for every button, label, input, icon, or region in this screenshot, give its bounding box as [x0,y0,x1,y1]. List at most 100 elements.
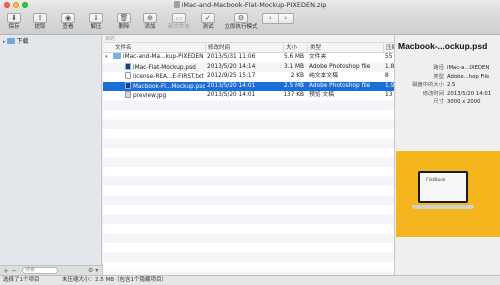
toolbar-new-folder-button[interactable]: ▭ 新文件夹 [162,13,196,33]
file-modified-cell: 2013/5/20 14:14 [207,63,256,70]
table-row[interactable]: iMac-Flat-Mockup.psd 2013/5/20 14:14 3.1 M… [103,62,394,73]
file-size-cell: 3.1 MB [283,63,304,70]
inspector-field: 类型 Adobe...hop File [396,73,500,81]
preview-text: FlatBook [426,178,446,183]
inspector-field-key: 尺寸 [433,99,444,105]
save-icon: ⬇ [7,13,21,23]
inspector-field: 磁盘中的大小 2.5 [396,81,500,89]
column-size-header[interactable]: 大小 [283,43,307,53]
gear-icon[interactable]: ⚙ ▾ [88,267,98,274]
inspector-panel: Macbook-...ockup.psd 路径 iMac-a...IXEDEN 类型… [396,35,500,275]
forward-button[interactable]: › [277,14,294,23]
laptop-screen: FlatBook [418,171,468,203]
toolbar-save-label: 保存 [8,24,20,30]
file-size-cell: 5.6 MB [283,54,304,60]
inspector-field-value: 3000 x 2000 [447,99,481,105]
inspector-field-value: 2.5 [447,82,456,88]
table-row[interactable]: Macbook-Fl...Mockup.psd 2013/5/20 14:01 2.… [103,81,395,91]
file-kind-cell: 预览 文稿 [309,92,335,98]
txt-file-icon [125,72,131,79]
window-controls [4,2,28,8]
toolbar-new-folder-label: 新文件夹 [167,24,190,30]
file-modified-cell: 2013/5/20 14:01 [207,92,256,98]
file-name: preview.jpg [133,93,167,99]
toolbar-view-button[interactable]: ◉ 查看 [56,13,80,33]
extract-icon: ⇪ [33,13,47,23]
test-icon: ✓ [201,13,215,23]
toolbar-extract-label: 提取 [34,24,46,30]
file-modified-cell: 2012/9/25 15:17 [207,73,256,79]
toolbar-immediate-mode-button[interactable]: ⚙ 立即执行模式 [222,13,260,33]
table-row[interactable]: preview.jpg 2013/5/20 14:01 137 KB 预览 文稿 13 [103,91,394,101]
path-bar[interactable]: 目的 [103,35,394,43]
inspector-field: 尺寸 3000 x 2000 [396,98,500,106]
file-size-cell: 2 KB [290,73,304,79]
column-modified-header[interactable]: 修改时间 [205,43,283,53]
toolbar-save-button[interactable]: ⬇ 保存 [2,13,26,33]
status-selection: 选择了1个项目 [3,277,40,283]
toolbar-delete-button[interactable]: 🗑 删除 [112,13,136,33]
sidebar-search-input[interactable]: 搜索 [22,267,58,274]
window-title: iMac-and-Macbook-Flat-Mockup-PIXEDEN.zip [181,1,327,9]
inspector-field-value: iMac-a...IXEDEN [447,65,490,71]
sidebar-item-downloads[interactable]: ▸ 下载 [3,37,29,46]
folder-icon [113,53,121,59]
column-kind-header[interactable]: 类型 [307,43,383,53]
view-icon: ◉ [61,13,75,23]
file-rows: ▾ iMac-and-Ma...kup-PIXEDEN 2013/5/31 11:0… [103,53,395,275]
column-name-header[interactable]: 文件名 [103,43,205,53]
file-name-cell: iMac-and-Ma...kup-PIXEDEN [113,53,205,63]
archive-window: iMac-and-Macbook-Flat-Mockup-PIXEDEN.zip… [0,0,500,285]
folder-icon [6,38,15,44]
zip-file-icon [173,1,180,8]
file-kind-cell: Adobe Photoshop file [309,82,371,89]
inspector-field: 路径 iMac-a...IXEDEN [396,64,500,72]
toolbar-test-button[interactable]: ✓ 测试 [196,13,220,33]
immediate-mode-icon: ⚙ [234,13,248,23]
file-kind-cell: 纯文本文稿 [309,73,338,79]
file-kind-cell: 文件夹 [309,54,327,60]
status-uncompressed-size: 未压缩大小：2.5 MB（包含1个隐藏项目） [62,277,168,283]
sidebar-add-button[interactable]: + [3,267,9,275]
file-kind-cell: Adobe Photoshop file [309,63,371,70]
toolbar-unarchive-button[interactable]: ⇓ 解压 [84,13,108,33]
zoom-window-button[interactable] [22,2,28,8]
sidebar-remove-button[interactable]: − [11,267,17,275]
title-bar: iMac-and-Macbook-Flat-Mockup-PIXEDEN.zip [0,0,500,11]
file-size-cell: 137 KB [283,92,304,98]
inspector-field-value: Adobe...hop File [447,73,490,80]
sidebar-bottom-bar: + − 搜索 ⚙ ▾ [0,265,103,275]
file-compressed-cell: 1.9 [385,82,395,89]
file-modified-cell: 2013/5/31 11:06 [207,54,256,60]
navigation-buttons: ‹ › [262,13,294,24]
disclosure-triangle-icon[interactable]: ▾ [105,53,108,63]
toolbar-extract-button[interactable]: ⇪ 提取 [28,13,52,33]
table-row[interactable]: license-REA...E-FIRST.txt 2012/9/25 15:17… [103,72,394,82]
column-compressed-header[interactable]: 压缩 [383,43,394,53]
minimize-window-button[interactable] [13,2,19,8]
file-preview-image: FlatBook [396,151,500,237]
status-bar: 选择了1个项目 未压缩大小：2.5 MB（包含1个隐藏项目） [0,275,500,285]
psd-file-icon [125,81,131,89]
sidebar: ▸ 下载 [0,35,102,265]
inspector-field-key: 磁盘中的大小 [412,82,444,88]
toolbar-immediate-mode-label: 立即执行模式 [224,24,258,30]
file-name: Macbook-Fl...Mockup.psd [133,83,205,90]
back-button[interactable]: ‹ [263,14,278,23]
file-name: iMac-and-Ma...kup-PIXEDEN [123,54,204,60]
inspector-field-value: 2013/5/20 14:01 [447,90,492,97]
close-window-button[interactable] [4,2,10,8]
inspector-field-key: 类型 [433,73,444,80]
inspector-field-key: 修改时间 [422,90,444,97]
jpg-file-icon [125,91,131,98]
file-modified-cell: 2013/5/20 14:01 [207,82,256,89]
toolbar-unarchive-label: 解压 [90,24,102,30]
toolbar-add-button[interactable]: ⊕ 添加 [138,13,162,33]
trash-icon: 🗑 [117,13,131,23]
toolbar-delete-label: 删除 [118,24,130,30]
disclosure-triangle-icon[interactable]: ▸ [3,38,6,47]
table-row[interactable]: ▾ iMac-and-Ma...kup-PIXEDEN 2013/5/31 11:0… [103,53,394,63]
file-size-cell: 2.5 MB [283,82,304,89]
file-compressed-cell: 55 [385,54,393,60]
laptop-base [412,205,474,209]
